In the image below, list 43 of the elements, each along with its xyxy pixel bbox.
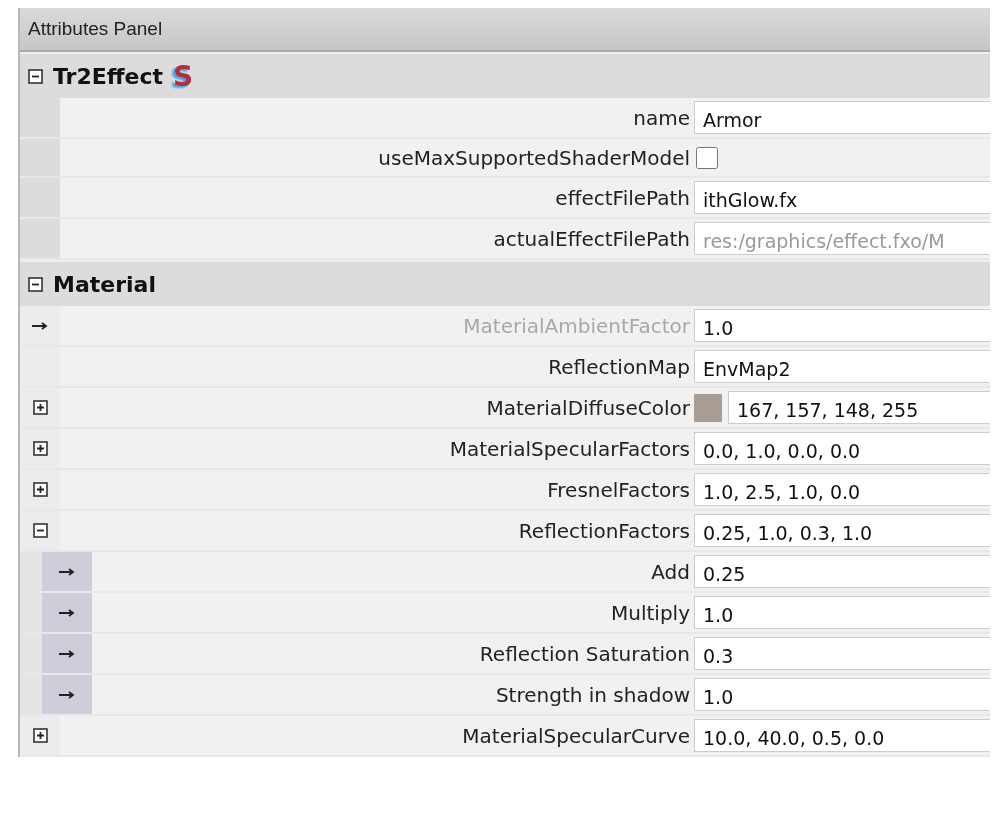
input-field[interactable]: 0.0, 1.0, 0.0, 0.0: [694, 432, 990, 465]
panel-title: Attributes Panel: [20, 8, 990, 52]
section-title: Tr2Effect: [53, 63, 164, 89]
collapse-icon[interactable]: [28, 276, 43, 292]
input-field[interactable]: 167, 157, 148, 255: [728, 391, 990, 424]
input-field[interactable]: Armor: [694, 101, 990, 134]
section-header[interactable]: Material: [20, 260, 990, 306]
property-label: FresnelFactors: [546, 477, 691, 502]
property-label: ReflectionFactors: [517, 518, 691, 543]
input-field[interactable]: 1.0, 2.5, 1.0, 0.0: [694, 473, 990, 506]
expand-icon[interactable]: [32, 400, 48, 415]
property-label: ReflectionMap: [547, 354, 691, 379]
property-label: name: [632, 105, 691, 130]
property-label: MaterialSpecularFactors: [448, 436, 691, 461]
property-label: Reflection Saturation: [478, 641, 691, 666]
input-field[interactable]: 0.25: [694, 555, 990, 588]
collapse-icon[interactable]: [32, 523, 48, 538]
expand-icon[interactable]: [32, 728, 48, 743]
input-field[interactable]: 1.0: [694, 596, 990, 629]
property-label: useMaxSupportedShaderModel: [377, 145, 691, 170]
checkbox[interactable]: [696, 146, 718, 169]
input-field[interactable]: 10.0, 40.0, 0.5, 0.0: [694, 719, 990, 752]
input-field[interactable]: 1.0: [694, 309, 990, 342]
script-letter: S: [173, 59, 194, 93]
section-title: Material: [53, 271, 156, 297]
property-label: Add: [650, 559, 691, 584]
input-field[interactable]: 0.25, 1.0, 0.3, 1.0: [694, 514, 990, 547]
input-field[interactable]: ithGlow.fx: [694, 181, 990, 214]
property-label: Strength in shadow: [494, 682, 691, 707]
property-label: MaterialSpecularCurve: [461, 723, 691, 748]
input-field[interactable]: 1.0: [694, 678, 990, 711]
expand-icon[interactable]: [32, 482, 48, 497]
property-label: effectFilePath: [554, 185, 691, 210]
property-label: MaterialDiffuseColor: [485, 395, 691, 420]
input-field[interactable]: EnvMap2: [694, 350, 990, 383]
expand-icon[interactable]: [32, 441, 48, 456]
color-swatch[interactable]: [694, 393, 722, 422]
property-label: actualEffectFilePath: [492, 226, 691, 251]
property-label: Multiply: [610, 600, 691, 625]
input-field[interactable]: 0.3: [694, 637, 990, 670]
property-label: MaterialAmbientFactor: [462, 313, 691, 338]
collapse-icon[interactable]: [28, 68, 43, 84]
section-header[interactable]: Tr2Effect S: [20, 52, 990, 98]
